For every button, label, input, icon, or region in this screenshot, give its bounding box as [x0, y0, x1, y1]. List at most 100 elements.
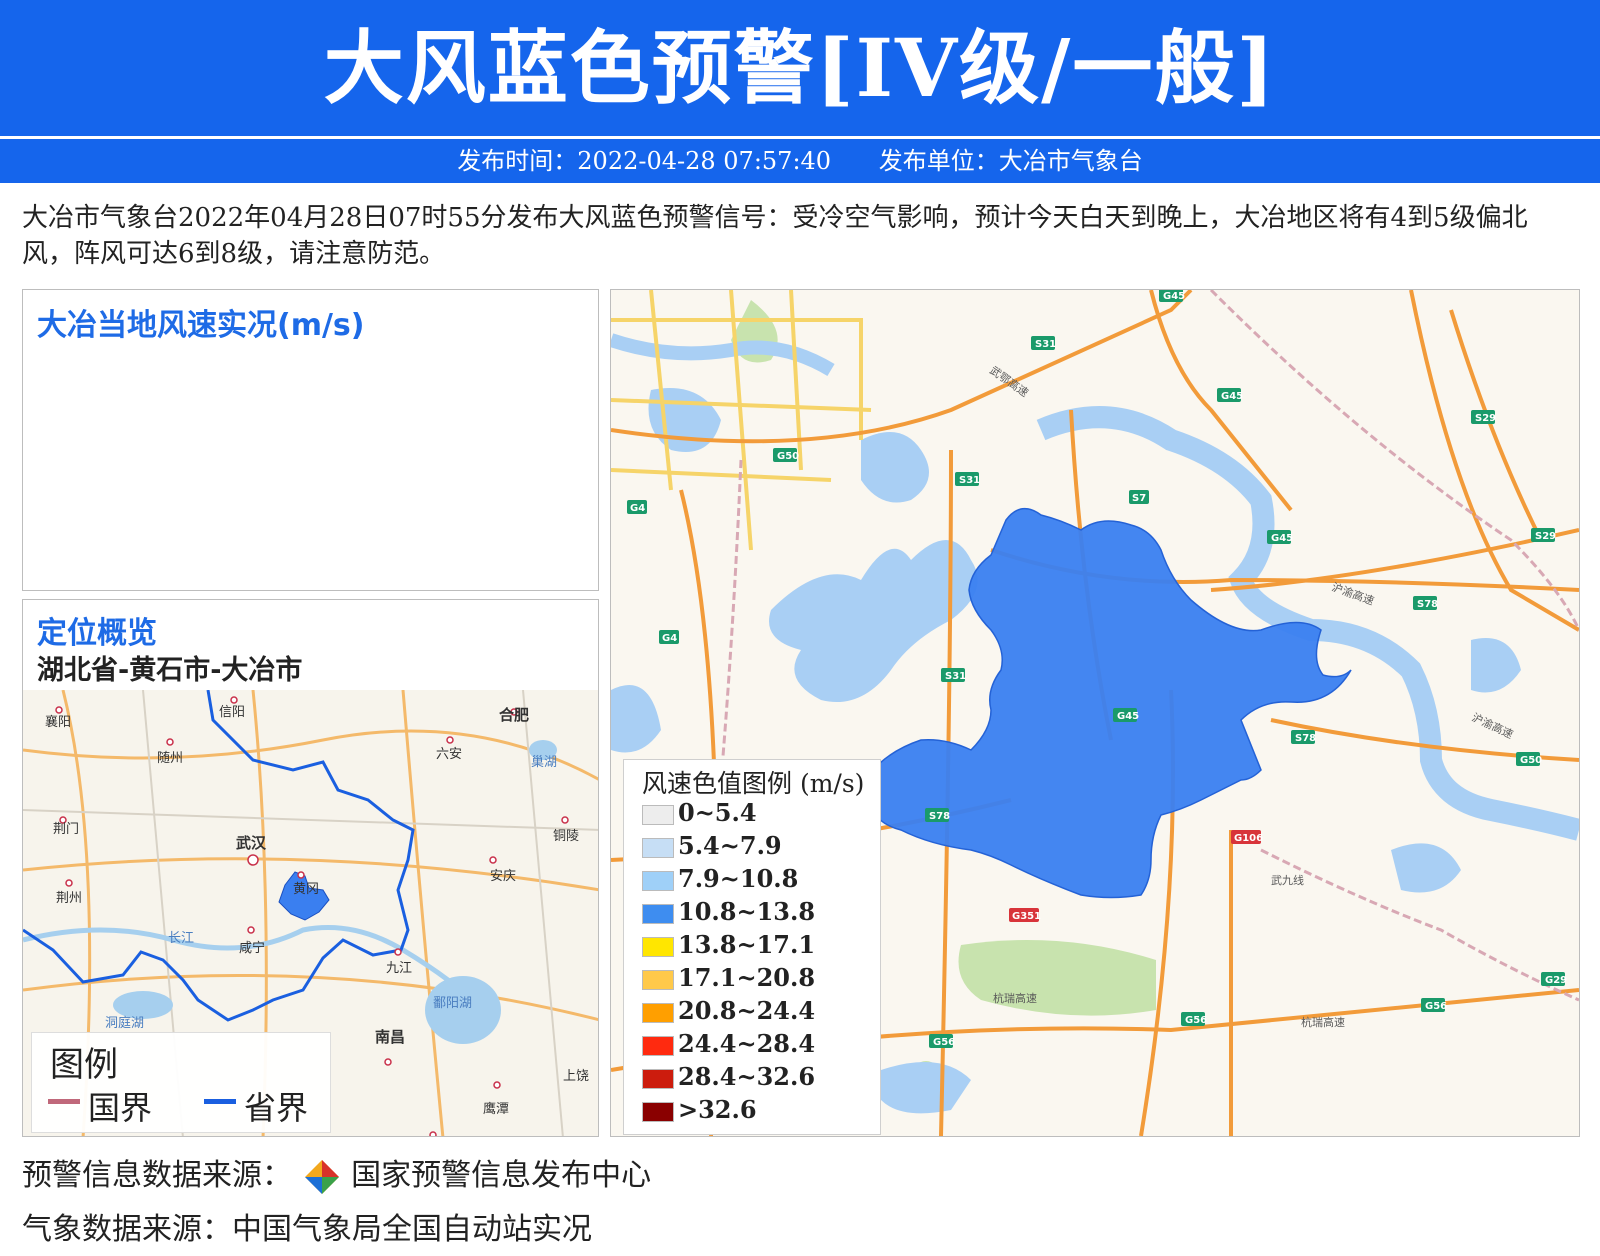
wind-speed-panel-title: 大冶当地风速实况(m/s) — [37, 308, 365, 343]
publish-time: 发布时间：2022-04-28 07:57:40 — [457, 147, 832, 175]
legend-item: 7.9~10.8 — [642, 864, 798, 894]
legend-item: 28.4~32.6 — [642, 1062, 815, 1092]
legend-swatch — [642, 1068, 674, 1089]
svg-text:G106: G106 — [1234, 833, 1263, 844]
location-path: 湖北省-黄石市-大冶市 — [37, 655, 303, 686]
legend-item: 13.8~17.1 — [642, 930, 815, 960]
warning-source-org: 国家预警信息发布中心 — [351, 1158, 652, 1193]
legend-swatch — [642, 1101, 674, 1122]
svg-text:S29: S29 — [1535, 531, 1556, 542]
legend-swatch — [642, 903, 674, 924]
svg-text:G351: G351 — [1012, 911, 1041, 922]
svg-text:杭瑞高速: 杭瑞高速 — [1301, 1015, 1345, 1029]
svg-text:长江: 长江 — [168, 931, 194, 946]
svg-text:G45: G45 — [1163, 291, 1185, 302]
svg-text:G56: G56 — [1185, 1015, 1207, 1026]
svg-text:杭瑞高速: 杭瑞高速 — [993, 991, 1037, 1005]
svg-text:鄱阳湖: 鄱阳湖 — [433, 996, 472, 1011]
svg-text:铜陵: 铜陵 — [553, 829, 579, 844]
legend-swatch — [642, 837, 674, 858]
svg-text:S78: S78 — [1295, 733, 1316, 744]
legend-label: 5.4~7.9 — [678, 831, 782, 860]
weather-source-line: 气象数据来源：中国气象局全国自动站实况 — [22, 1212, 592, 1247]
legend-swatch — [642, 936, 674, 957]
svg-text:安庆: 安庆 — [490, 869, 516, 884]
svg-text:巢湖: 巢湖 — [531, 755, 557, 770]
svg-text:南昌: 南昌 — [375, 1028, 405, 1046]
legend-label: 17.1~20.8 — [678, 963, 816, 992]
overview-legend: 图例 国界 省界 — [31, 1032, 331, 1133]
legend-label: 24.4~28.4 — [678, 1029, 816, 1058]
svg-text:G50: G50 — [777, 451, 799, 462]
svg-text:G45: G45 — [1221, 391, 1243, 402]
legend-item: 5.4~7.9 — [642, 831, 782, 861]
legend-item: >32.6 — [642, 1095, 757, 1125]
svg-text:鹰潭: 鹰潭 — [483, 1101, 509, 1117]
svg-text:G4: G4 — [662, 633, 677, 644]
svg-text:G29: G29 — [1545, 975, 1567, 986]
svg-text:S31: S31 — [945, 671, 966, 682]
svg-text:六安: 六安 — [436, 747, 462, 762]
svg-text:G45: G45 — [1271, 533, 1293, 544]
svg-text:G56: G56 — [933, 1037, 955, 1048]
svg-text:武九线: 武九线 — [1271, 873, 1304, 887]
national-border-swatch — [48, 1099, 80, 1104]
legend-label: 10.8~13.8 — [678, 897, 816, 926]
warning-source-line: 预警信息数据来源： 国家预警信息发布中心 — [22, 1150, 651, 1197]
legend-swatch — [642, 1002, 674, 1023]
svg-text:S31: S31 — [959, 475, 980, 486]
svg-text:咸宁: 咸宁 — [239, 940, 265, 956]
legend-item: 17.1~20.8 — [642, 963, 815, 993]
legend-swatch — [642, 870, 674, 891]
legend-swatch — [642, 804, 674, 825]
legend-item: 0~5.4 — [642, 798, 757, 828]
svg-text:G45: G45 — [1117, 711, 1139, 722]
warning-center-logo-icon — [304, 1159, 339, 1194]
publish-unit: 发布单位：大冶市气象台 — [878, 147, 1143, 175]
legend-label: 7.9~10.8 — [678, 864, 799, 893]
svg-text:信阳: 信阳 — [219, 705, 245, 720]
svg-text:S7: S7 — [1132, 493, 1146, 504]
location-panel-title: 定位概览 — [37, 616, 157, 651]
wind-speed-legend-title: 风速色值图例 (m/s) — [642, 769, 865, 798]
wind-speed-legend: 风速色值图例 (m/s) 0~5.4 5.4~7.9 7.9~10.8 10.8… — [623, 759, 881, 1135]
provincial-border-swatch — [204, 1099, 236, 1104]
legend-item: 20.8~24.4 — [642, 996, 815, 1026]
svg-text:襄阳: 襄阳 — [45, 714, 71, 730]
svg-text:荆门: 荆门 — [53, 821, 79, 837]
svg-text:G50: G50 — [1520, 755, 1542, 766]
legend-swatch — [642, 969, 674, 990]
svg-text:合肥: 合肥 — [498, 706, 529, 724]
overview-legend-title: 图例 — [50, 1045, 118, 1085]
legend-swatch — [642, 1035, 674, 1056]
legend-label: 28.4~32.6 — [678, 1062, 816, 1091]
location-panel: 定位概览 湖北省-黄石市-大冶市 襄阳 信阳 合肥 随州 六安 巢湖 荆门 武汉… — [22, 599, 599, 1137]
svg-text:S78: S78 — [1417, 599, 1438, 610]
legend-label: 20.8~24.4 — [678, 996, 816, 1025]
svg-text:G4: G4 — [630, 503, 645, 514]
svg-text:黄冈: 黄冈 — [293, 882, 319, 897]
svg-text:S78: S78 — [929, 811, 950, 822]
national-border-label: 国界 — [88, 1089, 153, 1127]
legend-label: 0~5.4 — [678, 798, 757, 827]
publish-info-bar: 发布时间：2022-04-28 07:57:40 发布单位：大冶市气象台 — [0, 139, 1600, 183]
svg-text:荆州: 荆州 — [56, 890, 82, 906]
warning-description: 大冶市气象台2022年04月28日07时55分发布大风蓝色预警信号：受冷空气影响… — [22, 203, 1528, 269]
wind-speed-panel: 大冶当地风速实况(m/s) — [22, 289, 599, 591]
warning-header: 大风蓝色预警[IV级/一般] — [0, 0, 1600, 136]
svg-text:上饶: 上饶 — [563, 1069, 589, 1084]
svg-text:S29: S29 — [1475, 413, 1496, 424]
svg-text:九江: 九江 — [386, 961, 412, 976]
main-map-panel: G45 S31 G45 S29 G50 S31 S7 G4 G45 S29 S7… — [610, 289, 1580, 1137]
svg-text:洞庭湖: 洞庭湖 — [105, 1015, 144, 1031]
svg-text:武汉: 武汉 — [236, 834, 267, 852]
svg-text:随州: 随州 — [157, 751, 183, 766]
legend-item: 10.8~13.8 — [642, 897, 815, 927]
legend-label: >32.6 — [678, 1095, 757, 1124]
svg-text:S31: S31 — [1035, 339, 1056, 350]
legend-label: 13.8~17.1 — [678, 930, 816, 959]
svg-text:G56: G56 — [1425, 1001, 1447, 1012]
provincial-border-label: 省界 — [244, 1089, 309, 1127]
warning-title: 大风蓝色预警[IV级/一般] — [323, 21, 1277, 115]
warning-source-label: 预警信息数据来源： — [22, 1158, 292, 1193]
